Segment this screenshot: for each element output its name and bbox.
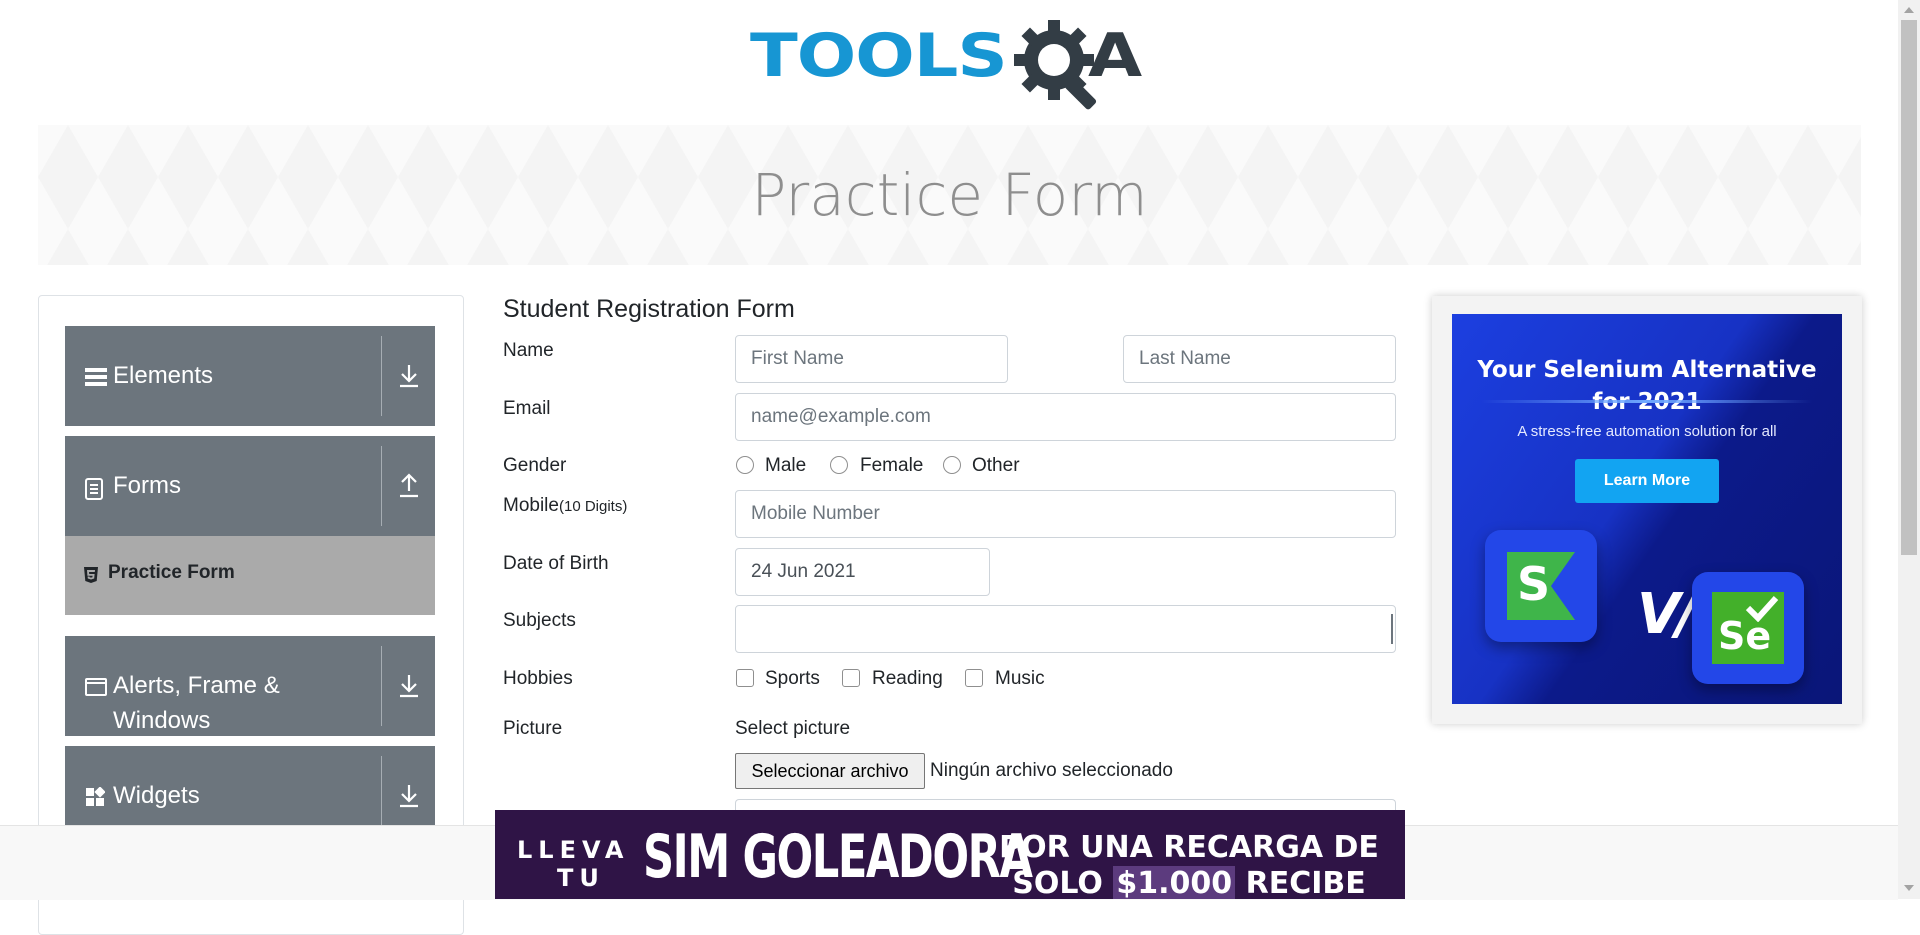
gender-female-label[interactable]: Female xyxy=(860,455,923,477)
check-icon xyxy=(1745,595,1779,622)
sidebar-group-label-line1: Alerts, Frame & xyxy=(113,672,280,699)
bottom-ad-headline: SIM GOLEADORA xyxy=(643,822,1033,892)
bottom-ad-llevatu: LLEVA TU xyxy=(517,836,630,892)
bottom-ad-line2: TU xyxy=(557,864,605,892)
katalon-chevron xyxy=(1551,552,1575,620)
gender-other-radio[interactable] xyxy=(943,456,961,474)
sidebar-group-label: Forms xyxy=(113,472,181,499)
ad-headline-line1: Your Selenium Alternative xyxy=(1477,357,1817,383)
page-scrollbar[interactable] xyxy=(1898,0,1920,899)
window-icon xyxy=(85,678,107,696)
selenium-alternative-ad[interactable]: Your Selenium Alternative for 2021 A str… xyxy=(1452,314,1842,704)
name-label: Name xyxy=(503,340,554,361)
divider xyxy=(381,446,382,526)
ad-headline: Your Selenium Alternative for 2021 xyxy=(1452,354,1842,418)
bottom-ad-offer: POR UNA RECARGA DE SOLO $1.000 RECIBE xyxy=(987,830,1391,899)
widgets-icon xyxy=(86,787,105,806)
ad-glow-line xyxy=(1482,400,1812,403)
gender-male-label[interactable]: Male xyxy=(765,455,806,477)
logo-text-a: A xyxy=(1088,20,1143,91)
sidebar-group-label: Widgets xyxy=(113,782,200,809)
katalon-logo-icon: S xyxy=(1507,552,1575,620)
page-title: Practice Form xyxy=(751,161,1148,229)
katalon-s: S xyxy=(1517,557,1551,611)
divider xyxy=(381,646,382,726)
page-banner: Practice Form xyxy=(38,125,1861,265)
bottom-ad-line1: LLEVA xyxy=(517,836,630,864)
hobby-reading-label[interactable]: Reading xyxy=(872,668,943,690)
logo-text-tools: TOOLS xyxy=(750,20,1008,91)
scroll-up-arrow-icon[interactable] xyxy=(1904,7,1914,13)
upload-arrow-icon[interactable] xyxy=(393,470,425,502)
bottom-ad-offer-amount: $1.000 xyxy=(1113,866,1236,899)
scrollbar-thumb[interactable] xyxy=(1901,20,1917,555)
email-label: Email xyxy=(503,398,551,419)
select-picture-label: Select picture xyxy=(735,718,851,739)
sidebar-group-elements[interactable]: Elements xyxy=(65,326,435,426)
ad-subtitle: A stress-free automation solution for al… xyxy=(1517,423,1777,440)
sidebar-item-label: Practice Form xyxy=(108,562,235,583)
mobile-label: Mobile(10 Digits) xyxy=(503,495,627,517)
gender-label: Gender xyxy=(503,455,567,476)
divider xyxy=(381,756,382,825)
document-icon xyxy=(85,478,103,500)
mobile-input[interactable] xyxy=(735,490,1396,538)
text-cursor xyxy=(1391,614,1393,644)
selenium-logo-icon: Se xyxy=(1712,592,1784,664)
katalon-tile: S xyxy=(1485,530,1597,642)
sidebar-group-forms[interactable]: Forms xyxy=(65,436,435,536)
selenium-tile: Se xyxy=(1692,572,1804,684)
gender-male-radio[interactable] xyxy=(736,456,754,474)
gender-other-label[interactable]: Other xyxy=(972,455,1020,477)
file-status: Ningún archivo seleccionado xyxy=(930,760,1173,781)
hobby-sports-checkbox[interactable] xyxy=(736,669,754,687)
divider xyxy=(381,336,382,416)
dob-input[interactable] xyxy=(735,548,990,596)
scroll-down-arrow-icon[interactable] xyxy=(1904,885,1914,891)
mobile-hint: (10 Digits) xyxy=(558,498,628,515)
form-title: Student Registration Form xyxy=(503,295,795,323)
dob-label: Date of Birth xyxy=(503,553,609,574)
download-arrow-icon[interactable] xyxy=(393,780,425,812)
toolsqa-logo[interactable]: TOOLS A xyxy=(750,18,1156,114)
bottom-ad-offer-pre: SOLO xyxy=(1012,866,1103,899)
subjects-label: Subjects xyxy=(503,610,576,631)
last-name-input[interactable] xyxy=(1123,335,1396,383)
hobby-music-label[interactable]: Music xyxy=(995,668,1045,690)
hobby-sports-label[interactable]: Sports xyxy=(765,668,820,690)
hobby-music-checkbox[interactable] xyxy=(965,669,983,687)
subjects-input[interactable] xyxy=(735,605,1396,653)
sidebar-item-practice-form[interactable]: Practice Form xyxy=(65,536,435,615)
choose-file-button[interactable]: Seleccionar archivo xyxy=(735,753,925,789)
hobby-reading-checkbox[interactable] xyxy=(842,669,860,687)
sidebar-group-widgets[interactable]: Widgets xyxy=(65,746,435,825)
mobile-label-text: Mobile xyxy=(503,495,559,516)
download-arrow-icon[interactable] xyxy=(393,360,425,392)
sidebar-group-label-line2: Windows xyxy=(113,707,211,734)
learn-more-button[interactable]: Learn More xyxy=(1575,459,1719,503)
bottom-ad-offer-post: RECIBE xyxy=(1245,866,1366,899)
hobbies-label: Hobbies xyxy=(503,668,573,689)
download-arrow-icon[interactable] xyxy=(393,670,425,702)
sidebar-group-label: Elements xyxy=(113,362,214,389)
gender-female-radio[interactable] xyxy=(830,456,848,474)
bottom-ad-offer-line2: SOLO $1.000 RECIBE xyxy=(987,866,1391,899)
first-name-input[interactable] xyxy=(735,335,1008,383)
bottom-ad-offer-line1: POR UNA RECARGA DE xyxy=(999,830,1379,865)
hamburger-icon xyxy=(85,368,107,386)
html5-icon xyxy=(84,567,98,583)
bottom-banner-ad[interactable]: LLEVA TU SIM GOLEADORA POR UNA RECARGA D… xyxy=(495,810,1405,899)
picture-label: Picture xyxy=(503,718,563,739)
email-input[interactable] xyxy=(735,393,1396,441)
sidebar-group-alerts-frame-windows[interactable]: Alerts, Frame & Windows xyxy=(65,636,435,736)
